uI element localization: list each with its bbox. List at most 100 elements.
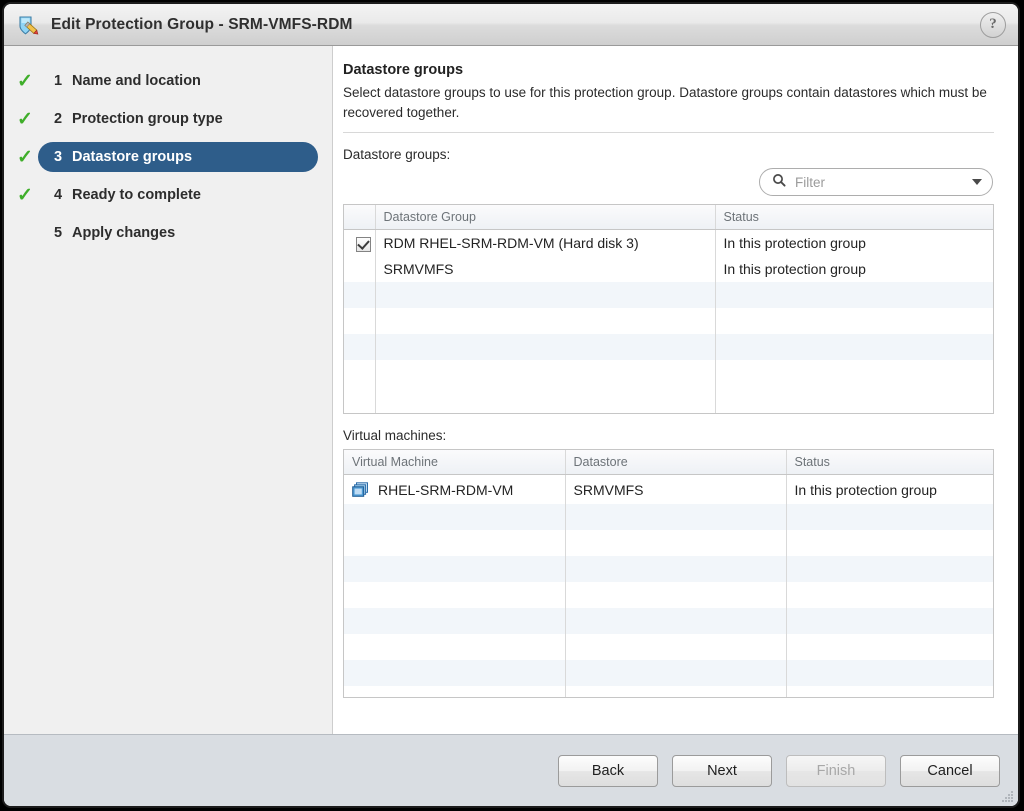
col-select[interactable] — [344, 205, 376, 231]
table-header-row: Virtual Machine Datastore Status — [344, 450, 993, 476]
datastore-table-body: RDM RHEL-SRM-RDM-VM (Hard disk 3) In thi… — [344, 229, 993, 414]
wizard-steps-sidebar: ✓ 1 Name and location ✓ 2 Protection gro… — [4, 46, 333, 734]
empty-cell — [715, 282, 993, 309]
table-row[interactable]: RHEL-SRM-RDM-VM SRMVMFS In this protecti… — [344, 474, 993, 504]
step-pill: 5 Apply changes — [38, 218, 318, 248]
filter-input[interactable] — [793, 173, 966, 191]
datastore-grid: Datastore Group Status RDM RHEL-SRM-RDM-… — [344, 205, 993, 414]
back-button[interactable]: Back — [558, 754, 658, 787]
cancel-button[interactable]: Cancel — [900, 754, 1000, 787]
virtual-machines-label: Virtual machines: — [343, 428, 447, 444]
empty-cell — [344, 555, 566, 582]
table-row-empty — [344, 685, 993, 698]
search-icon — [772, 173, 786, 192]
empty-cell — [375, 360, 716, 387]
vm-status: In this protection group — [786, 474, 993, 504]
window-title: Edit Protection Group - SRM-VMFS-RDM — [51, 15, 353, 33]
vm-name-cell: RHEL-SRM-RDM-VM — [344, 474, 566, 504]
step-number: 5 — [54, 225, 63, 241]
table-row-empty — [344, 503, 993, 530]
sidebar-step-5[interactable]: 5 Apply changes — [12, 214, 318, 252]
step-pill: 1 Name and location — [38, 66, 318, 96]
step-label: Protection group type — [72, 111, 223, 127]
col-datastore-group[interactable]: Datastore Group — [375, 205, 716, 231]
datastore-group-status: In this protection group — [715, 229, 993, 257]
finish-button: Finish — [786, 754, 886, 787]
virtual-machine-icon — [352, 481, 369, 498]
main-content: Datastore groups Select datastore groups… — [333, 46, 1018, 734]
filter-box[interactable] — [759, 168, 993, 197]
page-description: Select datastore groups to use for this … — [343, 85, 987, 120]
resize-grip-icon[interactable] — [1001, 790, 1014, 803]
table-row-empty — [344, 555, 993, 582]
step-number: 3 — [54, 149, 63, 165]
datastore-groups-table: Datastore Group Status RDM RHEL-SRM-RDM-… — [343, 204, 994, 415]
row-checkbox[interactable] — [355, 236, 371, 252]
step-label: Apply changes — [72, 225, 176, 241]
empty-cell — [565, 503, 787, 530]
title-bar: Edit Protection Group - SRM-VMFS-RDM ? — [4, 4, 1018, 46]
table-row-empty — [344, 581, 993, 608]
step-number: 2 — [54, 111, 63, 127]
empty-cell — [786, 685, 993, 698]
empty-cell — [344, 503, 566, 530]
col-status[interactable]: Status — [786, 450, 993, 476]
step-label: Ready to complete — [72, 187, 201, 203]
datastore-group-name: RDM RHEL-SRM-RDM-VM (Hard disk 3) — [375, 229, 716, 257]
empty-cell — [375, 308, 716, 335]
empty-cell — [786, 555, 993, 582]
empty-cell — [344, 581, 566, 608]
step-label: Name and location — [72, 73, 201, 89]
help-button[interactable]: ? — [980, 12, 1006, 38]
step-complete-check-icon: ✓ — [17, 146, 33, 168]
empty-cell — [786, 503, 993, 530]
datastore-group-status: In this protection group — [715, 256, 993, 283]
empty-cell — [565, 529, 787, 556]
sidebar-step-2[interactable]: ✓ 2 Protection group type — [12, 100, 318, 138]
empty-cell — [344, 659, 566, 686]
sidebar-step-4[interactable]: ✓ 4 Ready to complete — [12, 176, 318, 214]
table-row-empty — [344, 386, 993, 414]
row-checkbox-cell[interactable] — [344, 256, 376, 283]
empty-cell — [344, 685, 566, 698]
table-row-empty — [344, 659, 993, 686]
table-row[interactable]: SRMVMFS In this protection group — [344, 256, 993, 283]
empty-cell — [565, 659, 787, 686]
next-button[interactable]: Next — [672, 754, 772, 787]
empty-cell — [565, 581, 787, 608]
row-checkbox-cell[interactable] — [344, 229, 376, 257]
page-title: Datastore groups — [343, 62, 464, 78]
empty-cell — [344, 529, 566, 556]
dialog-footer: Back Next Finish Cancel — [4, 734, 1018, 806]
empty-cell — [786, 633, 993, 660]
dialog-body: ✓ 1 Name and location ✓ 2 Protection gro… — [4, 46, 1018, 734]
empty-cell — [715, 308, 993, 335]
empty-cell — [344, 308, 376, 335]
col-status[interactable]: Status — [715, 205, 993, 231]
chevron-down-icon[interactable] — [972, 179, 982, 186]
empty-cell — [715, 386, 993, 414]
empty-cell — [715, 334, 993, 361]
datastore-group-name: SRMVMFS — [375, 256, 716, 283]
table-row-empty — [344, 282, 993, 309]
empty-cell — [565, 685, 787, 698]
sidebar-step-3[interactable]: ✓ 3 Datastore groups — [12, 138, 318, 176]
empty-cell — [375, 282, 716, 309]
step-label: Datastore groups — [72, 149, 193, 165]
empty-cell — [786, 529, 993, 556]
edit-protection-group-dialog: Edit Protection Group - SRM-VMFS-RDM ? ✓… — [2, 2, 1020, 808]
col-virtual-machine[interactable]: Virtual Machine — [344, 450, 566, 476]
step-pill: 4 Ready to complete — [38, 180, 318, 210]
virtual-machines-table: Virtual Machine Datastore Status RHEL-SR… — [343, 449, 994, 699]
empty-cell — [715, 360, 993, 387]
table-row-empty — [344, 334, 993, 361]
filter-row — [343, 168, 994, 197]
divider — [343, 132, 994, 134]
empty-cell — [344, 360, 376, 387]
empty-cell — [375, 334, 716, 361]
sidebar-step-1[interactable]: ✓ 1 Name and location — [12, 62, 318, 100]
table-row-empty — [344, 633, 993, 660]
col-datastore[interactable]: Datastore — [565, 450, 787, 476]
step-number: 4 — [54, 187, 63, 203]
table-row[interactable]: RDM RHEL-SRM-RDM-VM (Hard disk 3) In thi… — [344, 229, 993, 257]
